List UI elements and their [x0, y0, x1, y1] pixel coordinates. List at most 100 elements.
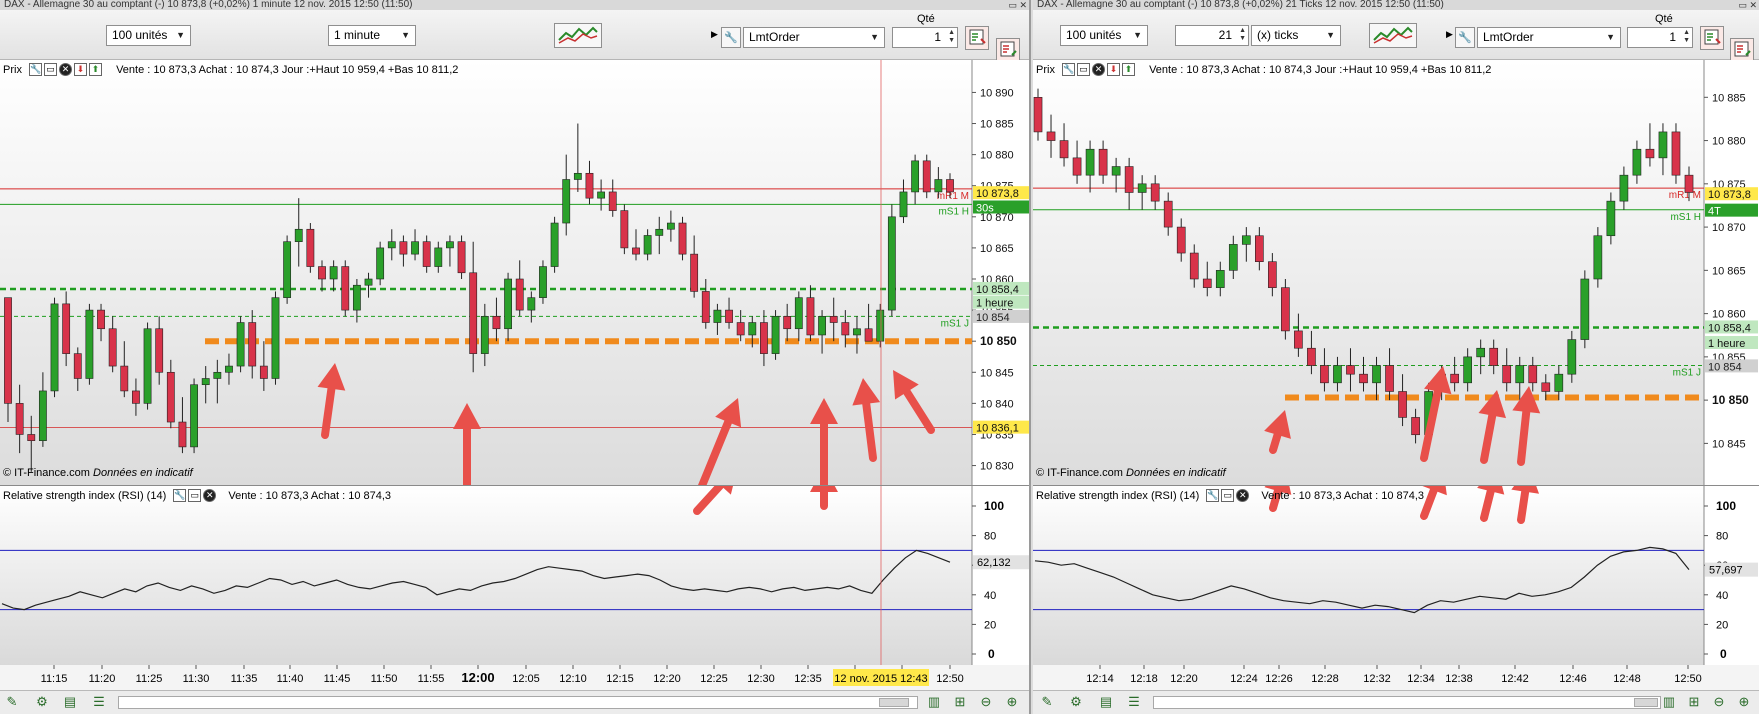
window-buttons[interactable]: ▭ ✕	[1738, 0, 1757, 10]
zoom-fit-icon[interactable]: ⊞	[952, 694, 968, 710]
ticks-stepper[interactable]: 21 ▲ ▼	[1175, 25, 1249, 46]
indicators-icon[interactable]: ▤	[62, 694, 78, 710]
qty-stepper[interactable]: 1 ▲ ▼	[892, 27, 958, 48]
collapse-arrow-icon[interactable]: ▶	[1446, 29, 1453, 40]
close-icon[interactable]: ✕	[203, 489, 217, 502]
candle-body-bear	[132, 390, 140, 404]
price-tick-label: 10 865	[1712, 265, 1746, 277]
zoom-out-icon[interactable]: ⊖	[978, 694, 994, 710]
close-icon[interactable]: ✕	[59, 63, 73, 76]
candle-body-bull	[1476, 347, 1486, 358]
candle-body-bear	[725, 309, 733, 323]
buy-ticket-icon[interactable]	[1700, 26, 1724, 50]
order-type-value: LmtOrder	[749, 30, 800, 44]
zoom-out-icon[interactable]: ⊖	[1711, 694, 1727, 710]
sell-ticket-icon[interactable]	[1730, 38, 1754, 62]
quantity-select[interactable]: 100 unités ▼	[1060, 25, 1148, 46]
wrench-icon[interactable]: 🔧	[1062, 63, 1076, 76]
buy-ticket-icon[interactable]	[965, 26, 989, 50]
chart-scrollbar[interactable]	[1153, 696, 1661, 709]
rsi-chart-area[interactable]: Relative strength index (RSI) (14) 🔧 ▭ ✕ V…	[1033, 485, 1759, 665]
period-select[interactable]: 1 minute ▼	[328, 25, 416, 46]
arrow-up-icon[interactable]: ⬆	[89, 63, 103, 76]
wrench-icon[interactable]: 🔧	[29, 63, 43, 76]
candle	[376, 241, 385, 286]
collapse-arrow-icon[interactable]: ▶	[711, 29, 718, 40]
rsi-readout: Vente : 10 873,3 Achat : 10 874,3	[1261, 490, 1425, 502]
price-tab-label[interactable]: Prix	[0, 62, 25, 78]
rsi-tick-label: 20	[984, 619, 996, 631]
window-icon[interactable]: ▭	[1077, 63, 1091, 76]
time-tick-label: 12:32	[1363, 673, 1391, 685]
quantity-select[interactable]: 100 unités ▼	[106, 25, 191, 46]
time-tick-label: 12:46	[1559, 673, 1587, 685]
candle-body-bear	[1268, 261, 1277, 288]
chart-type-icon[interactable]	[1369, 23, 1417, 48]
arrow-up-icon[interactable]: ⬆	[1122, 63, 1136, 76]
chevron-down-icon: ▼	[1133, 30, 1142, 40]
sell-ticket-icon[interactable]	[996, 38, 1020, 62]
plot-background	[1033, 486, 1704, 665]
zoom-fit-icon[interactable]: ⊞	[1686, 694, 1702, 710]
chart-type-icon[interactable]	[554, 23, 602, 48]
settings-icon[interactable]: ⚙	[1068, 694, 1084, 710]
period-select-value: 1 minute	[334, 28, 381, 42]
stepper-arrows-icon[interactable]: ▲ ▼	[1239, 27, 1246, 43]
window-icon[interactable]: ▭	[1221, 489, 1235, 502]
order-type-select[interactable]: LmtOrder ▼	[1477, 27, 1621, 48]
close-icon[interactable]: ✕	[1236, 489, 1250, 502]
ticks-unit-select[interactable]: (x) ticks ▼	[1251, 25, 1341, 46]
bar-chart-icon[interactable]: ▥	[1661, 694, 1677, 710]
window-icon[interactable]: ▭	[188, 489, 202, 502]
list-icon[interactable]: ☰	[91, 694, 107, 710]
price-chart-area[interactable]: Prix 🔧 ▭ ✕ ⬇ ⬆ Vente : 10 873,3 Achat : 10 8…	[1033, 60, 1759, 485]
qty-stepper[interactable]: 1 ▲ ▼	[1627, 27, 1693, 48]
price-chart-area[interactable]: Prix 🔧 ▭ ✕ ⬇ ⬆ Vente : 10 873,3 Achat : 10 8…	[0, 60, 1029, 485]
stepper-arrows-icon[interactable]: ▲ ▼	[948, 29, 955, 45]
zoom-in-icon[interactable]: ⊕	[1004, 694, 1020, 710]
arrow-down-icon[interactable]: ⬇	[1107, 63, 1121, 76]
candle-body-bear	[1202, 278, 1212, 288]
rsi-chart-area[interactable]: Relative strength index (RSI) (14) 🔧 ▭ ✕ V…	[0, 485, 1029, 665]
price-tick-label: 10 840	[980, 398, 1014, 410]
time-tick-label: 12:50	[936, 673, 964, 685]
scrollbar-thumb[interactable]	[1634, 698, 1658, 707]
wrench-icon[interactable]: 🔧	[721, 27, 741, 48]
settings-icon[interactable]: ⚙	[34, 694, 50, 710]
arrow-shaft	[1517, 407, 1531, 466]
price-chart-header: Prix 🔧 ▭ ✕ ⬇ ⬆ Vente : 10 873,3 Achat : 10 8…	[1033, 62, 1491, 78]
window-title-text: DAX - Allemagne 30 au comptant (-) 10 87…	[4, 0, 413, 10]
order-type-select[interactable]: LmtOrder ▼	[743, 27, 885, 48]
chart-scrollbar[interactable]	[118, 696, 918, 709]
candle-body-bull	[504, 278, 512, 330]
candle-body-bear	[1645, 148, 1655, 159]
drawing-tools-icon[interactable]: ✎	[1039, 694, 1055, 710]
bar-chart-icon[interactable]: ▥	[926, 694, 942, 710]
quote-readout: Vente : 10 873,3 Achat : 10 874,3 Jour :…	[1149, 64, 1492, 76]
price-label: 10 858,4	[1708, 322, 1751, 334]
candle-body-bear	[946, 179, 954, 193]
window-icon[interactable]: ▭	[44, 63, 58, 76]
drawing-tools-icon[interactable]: ✎	[4, 694, 20, 710]
arrow-down-icon[interactable]: ⬇	[74, 63, 88, 76]
scrollbar-thumb[interactable]	[879, 698, 909, 707]
stepper-arrows-icon[interactable]: ▲ ▼	[1683, 29, 1690, 45]
wrench-icon[interactable]: 🔧	[173, 489, 187, 502]
price-tab-label[interactable]: Prix	[1033, 62, 1058, 78]
candle-body-bear	[1046, 131, 1056, 141]
window-buttons[interactable]: ▭ ✕	[1008, 0, 1027, 10]
candle-body-bear	[701, 291, 710, 323]
candle-body-bear	[585, 172, 594, 199]
wrench-icon[interactable]: 🔧	[1455, 27, 1475, 48]
candle-body-bull	[1593, 235, 1603, 280]
wrench-icon[interactable]: 🔧	[1206, 489, 1220, 502]
indicators-icon[interactable]: ▤	[1098, 694, 1114, 710]
candle-body-bear	[829, 316, 838, 323]
rsi-tick-label: 100	[1716, 499, 1736, 513]
rsi-readout: Vente : 10 873,3 Achat : 10 874,3	[228, 490, 392, 502]
zoom-in-icon[interactable]: ⊕	[1736, 694, 1752, 710]
time-tick-label: 12:18	[1130, 673, 1158, 685]
time-axis-svg: 11:15 11:20 11:25 11:30 11:35 11:40 11:45 11:50…	[41, 665, 964, 686]
list-icon[interactable]: ☰	[1126, 694, 1142, 710]
close-icon[interactable]: ✕	[1092, 63, 1106, 76]
